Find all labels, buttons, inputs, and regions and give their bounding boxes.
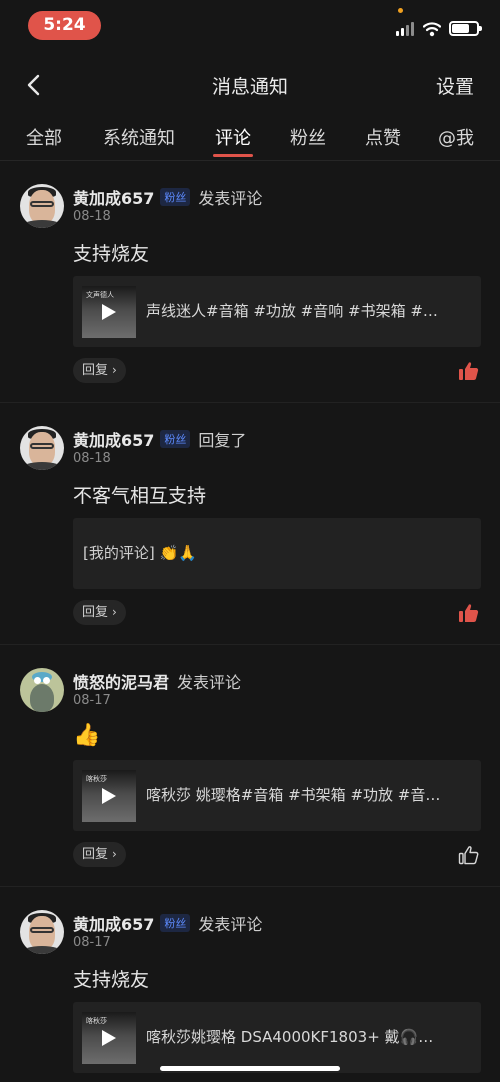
video-title: 喀秋莎姚璎格 DSA4000KF1803+ 戴🎧… — [146, 1028, 434, 1046]
notification-list: 黄加成657 粉丝 发表评论 08-18 支持烧友 文声德人 声线迷人#音箱 #… — [0, 161, 500, 1082]
avatar[interactable] — [20, 668, 64, 712]
fan-badge: 粉丝 — [160, 430, 191, 448]
tab-mentions[interactable]: @我 — [438, 124, 474, 150]
tab-all[interactable]: 全部 — [26, 124, 62, 150]
wifi-icon — [423, 22, 441, 37]
comment-text: 不客气相互支持 — [73, 485, 207, 507]
play-icon — [102, 788, 116, 804]
back-arrow-icon[interactable] — [22, 70, 48, 100]
battery-level — [452, 24, 469, 33]
fan-badge: 粉丝 — [160, 914, 191, 932]
play-icon — [102, 1030, 116, 1046]
action-text: 发表评论 — [198, 189, 263, 208]
video-thumbnail: 喀秋莎 — [82, 770, 136, 822]
page-title: 消息通知 — [211, 76, 288, 98]
reply-label: 回复 — [82, 363, 109, 378]
action-text: 发表评论 — [177, 673, 242, 692]
privacy-indicator-dot — [398, 8, 403, 13]
date: 08-17 — [73, 693, 111, 708]
reply-label: 回复 — [82, 605, 109, 620]
username[interactable]: 黄加成657 — [73, 911, 154, 935]
chevron-right-icon: › — [112, 605, 117, 619]
notification-item: 黄加成657 粉丝 发表评论 08-17 支持烧友 喀秋莎 喀秋莎姚璎格 DSA… — [0, 887, 500, 1082]
reply-button[interactable]: 回复 › — [73, 358, 126, 383]
video-thumbnail: 喀秋莎 — [82, 1012, 136, 1064]
reply-label: 回复 — [82, 847, 109, 862]
date: 08-17 — [73, 935, 111, 950]
thumbs-up-filled-icon[interactable] — [458, 603, 479, 623]
video-thumbnail: 文声德人 — [82, 286, 136, 338]
video-title: 喀秋莎 姚璎格#音箱 #书架箱 #功放 #音… — [146, 786, 441, 804]
quoted-comment-card[interactable]: [我的评论] 👏🙏 — [73, 518, 481, 589]
username[interactable]: 黄加成657 — [73, 185, 154, 209]
tab-comments[interactable]: 评论 — [215, 124, 251, 150]
settings-button[interactable]: 设置 — [436, 72, 474, 99]
tab-fans[interactable]: 粉丝 — [290, 124, 326, 150]
notification-item: 黄加成657 粉丝 回复了 08-18 不客气相互支持 [我的评论] 👏🙏 回复… — [0, 403, 500, 645]
reply-button[interactable]: 回复 › — [73, 600, 126, 625]
active-tab-indicator — [213, 154, 253, 157]
quoted-comment: [我的评论] 👏🙏 — [83, 544, 197, 562]
avatar[interactable] — [20, 184, 64, 228]
notification-item: 愤怒的泥马君 发表评论 08-17 👍 喀秋莎 喀秋莎 姚璎格#音箱 #书架箱 … — [0, 645, 500, 887]
video-card[interactable]: 文声德人 声线迷人#音箱 #功放 #音响 #书架箱 #… — [73, 276, 481, 347]
username[interactable]: 愤怒的泥马君 — [73, 669, 169, 693]
home-indicator[interactable] — [160, 1066, 340, 1071]
status-bar: 5:24 — [0, 0, 500, 50]
video-card[interactable]: 喀秋莎 喀秋莎姚璎格 DSA4000KF1803+ 戴🎧… — [73, 1002, 481, 1073]
cellular-signal-icon — [396, 22, 416, 36]
avatar[interactable] — [20, 910, 64, 954]
thumbs-up-filled-icon[interactable] — [458, 361, 479, 381]
comment-text: 支持烧友 — [73, 243, 150, 265]
action-text: 发表评论 — [198, 915, 263, 934]
reply-button[interactable]: 回复 › — [73, 842, 126, 867]
fan-badge: 粉丝 — [160, 188, 191, 206]
play-icon — [102, 304, 116, 320]
date: 08-18 — [73, 209, 111, 224]
thumbnail-caption: 文声德人 — [86, 291, 114, 299]
thumbs-up-outline-icon[interactable] — [458, 845, 479, 865]
comment-text: 支持烧友 — [73, 969, 150, 991]
chevron-right-icon: › — [112, 847, 117, 861]
action-text: 回复了 — [198, 431, 247, 450]
notification-item: 黄加成657 粉丝 发表评论 08-18 支持烧友 文声德人 声线迷人#音箱 #… — [0, 161, 500, 403]
thumbnail-caption: 喀秋莎 — [86, 775, 107, 783]
comment-text: 👍 — [73, 723, 101, 748]
avatar[interactable] — [20, 426, 64, 470]
nav-header: 消息通知 设置 — [0, 62, 500, 108]
chevron-right-icon: › — [112, 363, 117, 377]
tab-bar: 全部 系统通知 评论 粉丝 点赞 @我 — [0, 120, 500, 160]
video-title: 声线迷人#音箱 #功放 #音响 #书架箱 #… — [146, 302, 438, 320]
tab-system-notifications[interactable]: 系统通知 — [103, 124, 175, 150]
thumbnail-caption: 喀秋莎 — [86, 1017, 107, 1025]
battery-icon — [449, 21, 482, 36]
date: 08-18 — [73, 451, 111, 466]
username[interactable]: 黄加成657 — [73, 427, 154, 451]
tab-likes[interactable]: 点赞 — [365, 124, 401, 150]
status-time: 5:24 — [28, 11, 101, 40]
video-card[interactable]: 喀秋莎 喀秋莎 姚璎格#音箱 #书架箱 #功放 #音… — [73, 760, 481, 831]
